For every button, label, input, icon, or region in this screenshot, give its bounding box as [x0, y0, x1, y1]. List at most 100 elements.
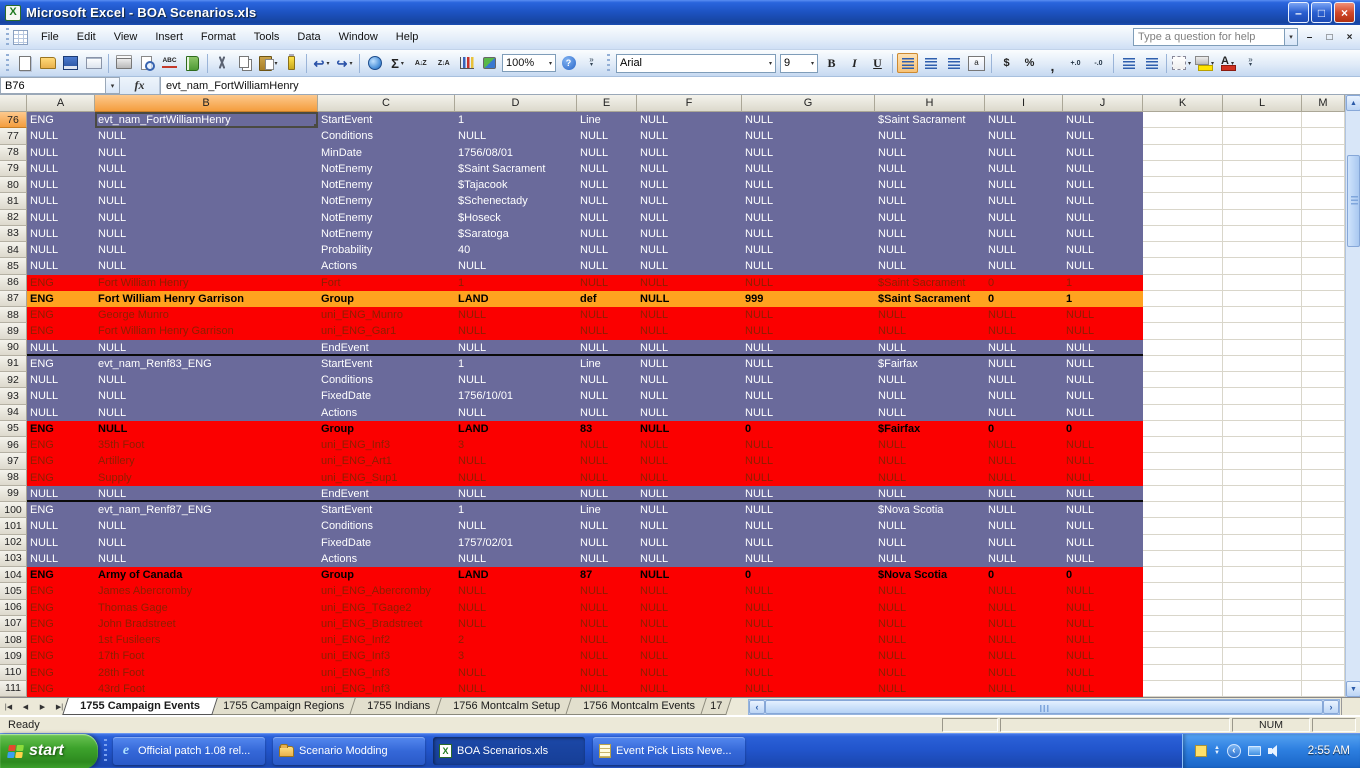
cell-F83[interactable]: NULL	[637, 225, 742, 242]
cell-L80[interactable]	[1223, 177, 1302, 194]
cell-B88[interactable]: George Munro	[95, 307, 318, 324]
cell-J110[interactable]: NULL	[1063, 664, 1143, 681]
copy-icon[interactable]	[235, 53, 256, 73]
cell-L95[interactable]	[1223, 420, 1302, 437]
cell-F103[interactable]: NULL	[637, 550, 742, 567]
cell-D104[interactable]: LAND	[455, 567, 577, 584]
cell-C109[interactable]: uni_ENG_Inf3	[318, 648, 455, 665]
volume-tray-icon[interactable]	[1267, 745, 1282, 757]
cell-F97[interactable]: NULL	[637, 453, 742, 470]
row-header-110[interactable]: 110	[0, 664, 27, 681]
cell-M111[interactable]	[1302, 680, 1345, 697]
align-right-button[interactable]	[943, 53, 964, 73]
cell-G86[interactable]: NULL	[742, 274, 875, 291]
cell-E96[interactable]: NULL	[577, 437, 637, 454]
cell-L106[interactable]	[1223, 599, 1302, 616]
cell-J83[interactable]: NULL	[1063, 225, 1143, 242]
cell-E102[interactable]: NULL	[577, 534, 637, 551]
cell-M80[interactable]	[1302, 177, 1345, 194]
cell-I101[interactable]: NULL	[985, 518, 1063, 535]
cell-E106[interactable]: NULL	[577, 599, 637, 616]
cell-D76[interactable]: 1	[455, 112, 577, 129]
cell-I93[interactable]: NULL	[985, 388, 1063, 405]
row-header-105[interactable]: 105	[0, 583, 27, 600]
cell-D107[interactable]: NULL	[455, 615, 577, 632]
chart-wizard-icon[interactable]	[456, 53, 477, 73]
cell-G109[interactable]: NULL	[742, 648, 875, 665]
menu-item-window[interactable]: Window	[330, 27, 387, 47]
cell-F88[interactable]: NULL	[637, 307, 742, 324]
previous-sheet-button[interactable]: ◀	[17, 703, 34, 711]
cell-M103[interactable]	[1302, 550, 1345, 567]
cell-A98[interactable]: ENG	[27, 469, 95, 486]
cell-E87[interactable]: def	[577, 290, 637, 307]
cell-J96[interactable]: NULL	[1063, 437, 1143, 454]
cell-D108[interactable]: 2	[455, 632, 577, 649]
toolbar-options-chevron[interactable]: ▾	[1240, 53, 1261, 73]
cell-E85[interactable]: NULL	[577, 258, 637, 275]
network-tray-icon[interactable]	[1247, 746, 1261, 756]
cell-H102[interactable]: NULL	[875, 534, 985, 551]
cell-K85[interactable]	[1143, 258, 1223, 275]
cell-L86[interactable]	[1223, 274, 1302, 291]
cell-J108[interactable]: NULL	[1063, 632, 1143, 649]
cell-B79[interactable]: NULL	[95, 160, 318, 177]
row-header-111[interactable]: 111	[0, 680, 27, 697]
row-header-83[interactable]: 83	[0, 225, 27, 242]
cell-A103[interactable]: NULL	[27, 550, 95, 567]
cell-A90[interactable]: NULL	[27, 339, 95, 356]
cell-F110[interactable]: NULL	[637, 664, 742, 681]
cell-C90[interactable]: EndEvent	[318, 339, 455, 356]
cell-F87[interactable]: NULL	[637, 290, 742, 307]
research-icon[interactable]	[182, 53, 203, 73]
cell-K94[interactable]	[1143, 404, 1223, 421]
cell-F107[interactable]: NULL	[637, 615, 742, 632]
cell-C85[interactable]: Actions	[318, 258, 455, 275]
cell-I111[interactable]: NULL	[985, 680, 1063, 697]
cell-D91[interactable]: 1	[455, 355, 577, 372]
cell-B96[interactable]: 35th Foot	[95, 437, 318, 454]
cell-B102[interactable]: NULL	[95, 534, 318, 551]
cell-I83[interactable]: NULL	[985, 225, 1063, 242]
cell-L111[interactable]	[1223, 680, 1302, 697]
cell-C84[interactable]: Probability	[318, 242, 455, 259]
menu-item-tools[interactable]: Tools	[245, 27, 289, 47]
cell-H83[interactable]: NULL	[875, 225, 985, 242]
cell-M81[interactable]	[1302, 193, 1345, 210]
cell-A109[interactable]: ENG	[27, 648, 95, 665]
cell-M91[interactable]	[1302, 355, 1345, 372]
sort-ascending-icon[interactable]: A↓Z	[410, 53, 431, 73]
cell-I98[interactable]: NULL	[985, 469, 1063, 486]
cell-J79[interactable]: NULL	[1063, 160, 1143, 177]
cell-G88[interactable]: NULL	[742, 307, 875, 324]
cell-C78[interactable]: MinDate	[318, 144, 455, 161]
cell-L76[interactable]	[1223, 112, 1302, 129]
cell-L87[interactable]	[1223, 290, 1302, 307]
cell-J105[interactable]: NULL	[1063, 583, 1143, 600]
cell-A106[interactable]: ENG	[27, 599, 95, 616]
cell-A76[interactable]: ENG	[27, 112, 95, 129]
cell-B89[interactable]: Fort William Henry Garrison	[95, 323, 318, 340]
cell-B78[interactable]: NULL	[95, 144, 318, 161]
cell-E83[interactable]: NULL	[577, 225, 637, 242]
autosum-icon[interactable]: Σ ▾	[387, 53, 408, 73]
menu-item-file[interactable]: File	[32, 27, 68, 47]
font-size-select[interactable]: 9 ▾	[780, 53, 818, 73]
cell-I77[interactable]: NULL	[985, 128, 1063, 145]
cell-C99[interactable]: EndEvent	[318, 485, 455, 502]
cell-L91[interactable]	[1223, 355, 1302, 372]
taskbar-button-3[interactable]: X BOA Scenarios.xls	[433, 737, 585, 765]
cell-L105[interactable]	[1223, 583, 1302, 600]
menu-item-insert[interactable]: Insert	[146, 27, 192, 47]
cell-C100[interactable]: StartEvent	[318, 502, 455, 519]
taskbar-clock[interactable]: 2:55 AM	[1308, 745, 1350, 757]
workbook-minimize-button[interactable]: –	[1301, 29, 1318, 46]
cell-I80[interactable]: NULL	[985, 177, 1063, 194]
cell-H109[interactable]: NULL	[875, 648, 985, 665]
row-header-77[interactable]: 77	[0, 128, 27, 145]
cell-G98[interactable]: NULL	[742, 469, 875, 486]
cell-B101[interactable]: NULL	[95, 518, 318, 535]
cell-L83[interactable]	[1223, 225, 1302, 242]
cell-E99[interactable]: NULL	[577, 485, 637, 502]
cell-E76[interactable]: Line	[577, 112, 637, 129]
